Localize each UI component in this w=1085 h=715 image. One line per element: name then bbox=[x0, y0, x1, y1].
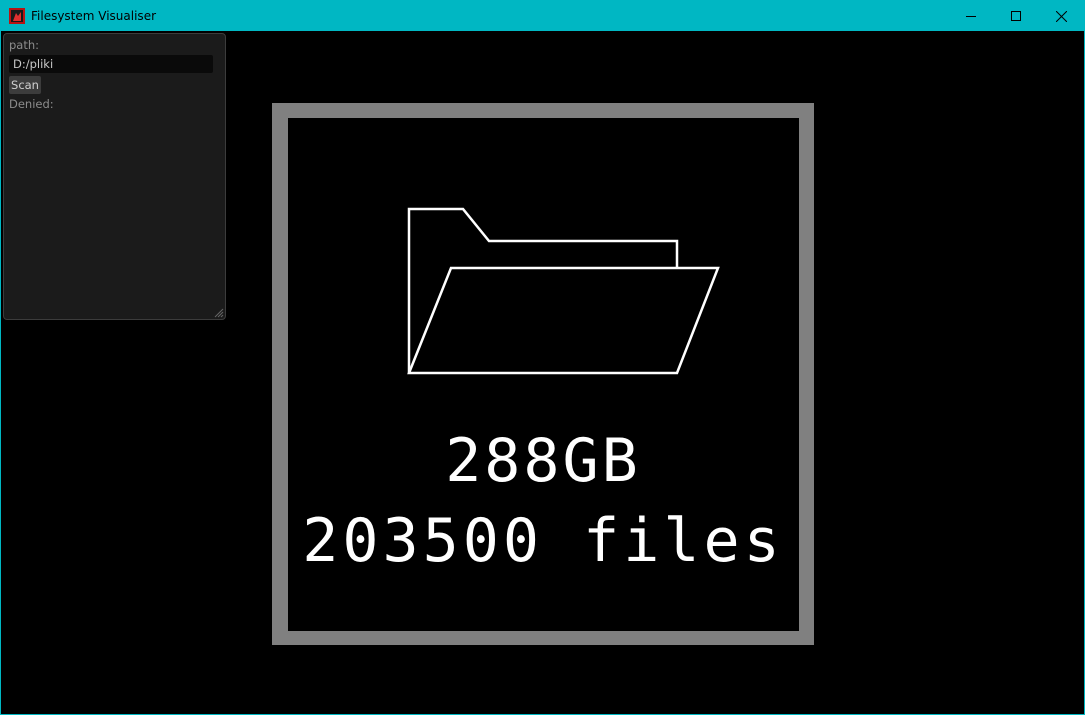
maximize-button[interactable] bbox=[993, 1, 1039, 31]
control-panel: path: Scan Denied: bbox=[3, 33, 226, 320]
minimize-button[interactable] bbox=[948, 1, 994, 31]
title-bar[interactable]: Filesystem Visualiser bbox=[1, 1, 1084, 31]
file-count-text: 203500 files bbox=[302, 506, 784, 576]
maximize-icon bbox=[1011, 11, 1021, 21]
app-icon bbox=[9, 8, 25, 24]
app-window: Filesystem Visualiser path: Scan Denied: bbox=[0, 0, 1085, 715]
close-icon bbox=[1055, 10, 1067, 22]
folder-icon bbox=[407, 207, 720, 375]
minimize-icon bbox=[966, 16, 976, 17]
path-input[interactable] bbox=[9, 55, 213, 73]
total-size-text: 288GB bbox=[445, 426, 641, 496]
denied-label: Denied: bbox=[9, 97, 54, 111]
close-button[interactable] bbox=[1038, 1, 1084, 31]
scan-button[interactable]: Scan bbox=[9, 76, 41, 94]
resize-grip-icon[interactable] bbox=[214, 308, 224, 318]
window-title: Filesystem Visualiser bbox=[31, 9, 157, 23]
path-label: path: bbox=[9, 38, 40, 52]
